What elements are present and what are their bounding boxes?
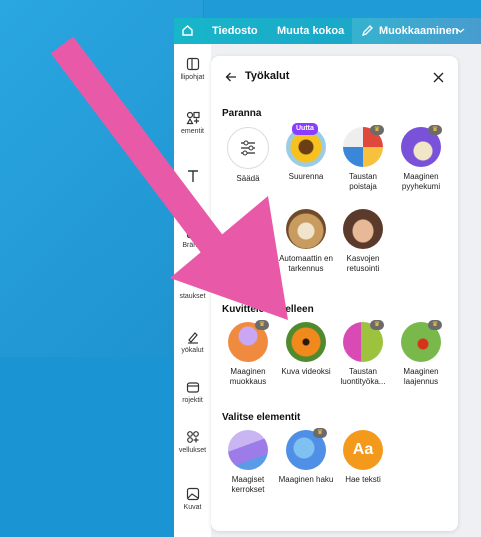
canva-app-window: Tiedosto Muuta kokoa Muokkaaminen llipoh… <box>174 18 481 537</box>
template-icon <box>186 57 199 71</box>
tool-magic-eraser[interactable]: ♛ Maaginen pyyhekumi <box>393 125 449 192</box>
tools-panel: Työkalut Paranna Säädä Uutta Suurenna ♛ … <box>211 56 458 531</box>
layers-icon <box>228 430 268 470</box>
close-icon[interactable] <box>433 70 444 83</box>
elements-icon <box>185 111 200 125</box>
tool-upscale[interactable]: Uutta Suurenna <box>278 123 334 182</box>
section-title: Valitse elementit <box>222 412 301 423</box>
sidebar-item-label: Brändi <box>182 242 203 249</box>
ladybug-icon: ♛ <box>401 320 442 362</box>
sidebar-item-label: vellukset <box>178 447 207 454</box>
butterfly-icon <box>286 322 326 362</box>
bottle-icon: ♛ <box>343 320 384 362</box>
sidebar-item-label: yökalut <box>181 347 204 354</box>
sidebar-item-label: staukset <box>179 293 206 300</box>
sidebar-item-label: llipohjat <box>180 74 205 81</box>
new-badge: Uutta <box>292 123 318 135</box>
crown-icon: ♛ <box>313 428 327 438</box>
tool-magic-expand[interactable]: ♛ Maaginen laajennus <box>393 320 449 387</box>
sidebar-item-draw[interactable]: yökalut <box>174 330 211 354</box>
eraser-icon: ♛ <box>401 125 442 167</box>
sidebar-item-photos[interactable]: Kuvat <box>174 487 211 511</box>
tool-magic-edit[interactable]: ♛ Maaginen muokkaus <box>220 320 276 387</box>
tool-adjust[interactable]: Säädä <box>220 127 276 184</box>
cupcake-icon: ♛ <box>228 320 269 362</box>
sidebar-item-uploads[interactable]: staukset <box>174 293 211 300</box>
panel-title: Työkalut <box>245 70 290 82</box>
tool-background-generator[interactable]: ♛ Taustan luontityöka... <box>335 320 391 387</box>
pencil-icon <box>361 24 374 40</box>
resize-menu[interactable]: Muuta kokoa <box>277 25 344 37</box>
tool-label: Maaginen muokkaus <box>229 367 267 386</box>
tool-auto-focus[interactable]: Automaattin en tarkennus <box>278 209 334 274</box>
projects-icon <box>186 382 199 393</box>
tool-label: Kasvojen retusointi <box>346 254 380 273</box>
tool-label: Maaginen pyyhekumi <box>401 172 441 191</box>
sunflower-icon: Uutta <box>286 123 326 167</box>
text-grab-glyph: Aa <box>352 441 374 458</box>
apps-icon <box>186 431 199 443</box>
photos-icon <box>186 487 199 501</box>
tool-background-remover[interactable]: ♛ Taustan poistaja <box>335 125 391 192</box>
dog-icon <box>286 209 326 249</box>
sidebar-item-projects[interactable]: rojektit <box>174 380 211 404</box>
edit-menu[interactable]: Muokkaaminen <box>352 18 481 44</box>
background-panel <box>0 0 203 357</box>
sidebar-item-templates[interactable]: llipohjat <box>174 57 211 81</box>
back-arrow-icon[interactable] <box>225 70 237 82</box>
tool-label: Taustan poistaja <box>348 172 378 191</box>
tool-magic-layers[interactable]: Maagiset kerrokset <box>220 430 276 495</box>
tool-label: Taustan luontityöka... <box>340 367 386 386</box>
chevron-down-icon <box>456 26 465 38</box>
sidebar-item-brand[interactable]: Brändi <box>174 225 211 249</box>
section-title: Kuvittele uudelleen <box>222 304 314 315</box>
tool-magic-search[interactable]: ♛ Maaginen haku <box>278 428 334 485</box>
crown-icon: ♛ <box>428 320 442 330</box>
crown-icon: ♛ <box>428 125 442 135</box>
text-icon <box>187 170 198 182</box>
tool-label: Maaginen haku <box>278 475 334 484</box>
tool-label: Säädä <box>236 174 260 183</box>
tool-face-retouch[interactable]: Kasvojen retusointi <box>335 209 391 274</box>
tool-label: Hae teksti <box>345 475 381 484</box>
file-menu[interactable]: Tiedosto <box>212 25 258 37</box>
tool-grab-text[interactable]: Aa Hae teksti <box>335 430 391 485</box>
tool-label: Maagiset kerrokset <box>231 475 265 494</box>
sidebar-item-apps[interactable]: vellukset <box>174 430 211 454</box>
sidebar-item-text[interactable] <box>174 169 211 186</box>
crown-icon: ♛ <box>370 125 384 135</box>
crown-icon: ♛ <box>370 320 384 330</box>
tool-label: Kuva videoksi <box>281 367 331 376</box>
brand-icon <box>186 227 199 239</box>
section-title: Paranna <box>222 108 262 119</box>
face-icon <box>343 209 383 249</box>
draw-icon <box>187 332 198 344</box>
edit-label: Muokkaaminen <box>379 25 459 37</box>
tool-label: Suurenna <box>288 172 324 181</box>
globe-icon: ♛ <box>286 428 327 470</box>
home-icon[interactable] <box>181 24 194 37</box>
tool-image-to-video[interactable]: Kuva videoksi <box>278 322 334 377</box>
ball-icon: ♛ <box>343 125 384 167</box>
text-grab-icon: Aa <box>343 430 383 470</box>
tool-label: Maaginen laajennus <box>403 367 439 386</box>
sidebar-item-elements[interactable]: ementit <box>174 111 211 135</box>
sidebar-item-label: Kuvat <box>183 504 202 511</box>
sidebar-item-label: rojektit <box>182 397 203 404</box>
sidebar: llipohjat ementit Brändi staukset yökalu… <box>174 44 211 537</box>
adjust-icon <box>227 127 269 169</box>
sidebar-item-label: ementit <box>181 128 204 135</box>
tool-label: Automaattin en tarkennus <box>279 254 333 273</box>
top-bar: Tiedosto Muuta kokoa Muokkaaminen <box>174 18 481 44</box>
crown-icon: ♛ <box>255 320 269 330</box>
